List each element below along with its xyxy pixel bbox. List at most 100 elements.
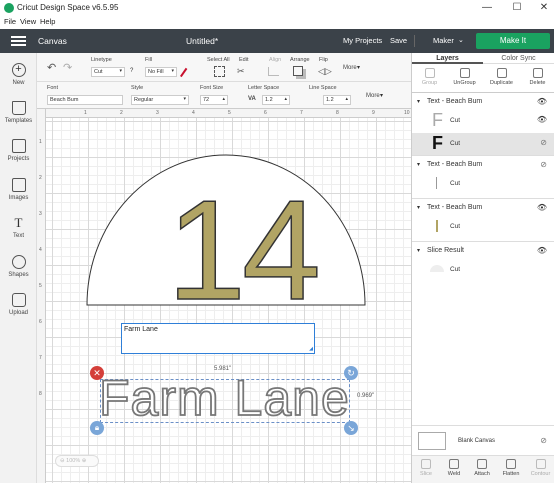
flatten-label: Flatten	[502, 471, 520, 477]
sidebar-item-new[interactable]: + New	[0, 63, 37, 86]
select-all-icon[interactable]	[214, 66, 225, 77]
number-fourteen-text[interactable]: 14	[166, 179, 321, 323]
lock-handle-icon[interactable]: 🔒︎	[90, 421, 104, 435]
layer-row[interactable]: F Cut 👁︎	[412, 110, 554, 132]
design-canvas[interactable]: 14 Farm Lane ◢ 5.981" Farm Lane 0.969" ✕…	[37, 109, 411, 483]
menu-help[interactable]: Help	[40, 17, 55, 26]
more-button[interactable]: More	[343, 65, 357, 71]
collapse-chevron-icon[interactable]: ▾	[417, 204, 420, 211]
layer-group-name: Text - Beach Bum	[427, 98, 483, 105]
window-titlebar: Cricut Design Space v6.5.95 — ☐ ✕	[0, 0, 554, 16]
layer-group-3[interactable]: ▾ Text - Beach Bum 👁︎ Cut	[412, 200, 554, 242]
eye-icon[interactable]: 👁︎	[537, 203, 547, 212]
zoom-level: 100%	[66, 458, 81, 464]
undo-icon[interactable]: ↶	[47, 61, 56, 74]
collapse-chevron-icon[interactable]: ▾	[417, 247, 420, 254]
group-label: Group	[421, 80, 438, 86]
close-window-button[interactable]: ✕	[537, 1, 551, 14]
minimize-button[interactable]: —	[480, 1, 494, 14]
hamburger-menu-icon[interactable]	[11, 36, 26, 46]
sidebar-item-images[interactable]: Images	[0, 178, 37, 201]
zoom-control[interactable]: ⊖ 100% ⊕	[55, 455, 99, 467]
text-more-button[interactable]: More	[366, 93, 380, 99]
layer-row[interactable]: Cut	[412, 216, 554, 238]
letter-space-input[interactable]: 1.2 ▴	[262, 95, 290, 105]
layer-row-selected[interactable]: F Cut ⊘	[412, 133, 554, 155]
flip-label: Flip	[319, 57, 328, 63]
ruler-left-tick: 6	[39, 319, 42, 325]
flip-icon[interactable]: ◁▷	[318, 66, 332, 77]
eye-icon[interactable]: 👁︎	[537, 115, 547, 124]
eye-hidden-icon[interactable]: ⊘	[540, 160, 547, 169]
eye-icon[interactable]: 👁︎	[537, 246, 547, 255]
rotate-handle-icon[interactable]: ↻	[344, 366, 358, 380]
zoom-out-icon[interactable]: ⊖	[60, 458, 65, 464]
layer-thumbnail: F	[432, 110, 443, 130]
layer-row[interactable]: Cut	[412, 259, 554, 281]
align-icon[interactable]	[268, 67, 279, 76]
text-edit-box[interactable]: Farm Lane ◢	[121, 323, 315, 354]
font-select[interactable]: Beach Bum	[47, 95, 123, 105]
attach-button[interactable]: Attach	[468, 457, 496, 477]
linetype-select[interactable]: Cut ▾	[91, 67, 125, 77]
weld-button[interactable]: Weld	[440, 457, 468, 477]
make-it-button[interactable]: Make It	[476, 33, 550, 49]
line-space-label: Line Space	[309, 85, 337, 91]
edit-toolbar: ↶ ↷ Linetype Cut ▾ ? Fill No Fill ▾ Select…	[37, 53, 411, 82]
machine-select[interactable]: Maker	[433, 36, 454, 45]
blank-canvas-row[interactable]: Blank Canvas ⊘	[412, 425, 554, 455]
redo-icon[interactable]: ↷	[63, 61, 72, 74]
menu-view[interactable]: View	[20, 17, 36, 26]
sidebar-item-projects[interactable]: Projects	[0, 139, 37, 162]
chevron-down-icon[interactable]: ⌄	[458, 36, 464, 44]
fill-label: Fill	[145, 57, 153, 63]
ungroup-button[interactable]: UnGroup	[447, 66, 482, 86]
layer-group-2[interactable]: ▾ Text - Beach Bum ⊘ Cut	[412, 157, 554, 199]
layer-row[interactable]: Cut	[412, 173, 554, 195]
flatten-button[interactable]: Flatten	[496, 457, 526, 477]
sidebar-item-templates[interactable]: Templates	[0, 101, 37, 124]
eye-hidden-icon[interactable]: ⊘	[540, 138, 547, 147]
eye-icon[interactable]: 👁︎	[537, 97, 547, 106]
save-button[interactable]: Save	[390, 36, 407, 45]
linetype-help-icon[interactable]: ?	[130, 68, 133, 74]
top-ruler: 1 2 3 4 5 6 7 8 9 10	[37, 109, 411, 118]
arrange-icon[interactable]	[293, 66, 303, 76]
duplicate-label: Duplicate	[490, 80, 513, 86]
line-space-input[interactable]: 1.2 ▴	[323, 95, 351, 105]
duplicate-button[interactable]: Duplicate	[484, 66, 519, 86]
layer-group-1[interactable]: ▾ Text - Beach Bum 👁︎ F Cut 👁︎ F Cut ⊘	[412, 94, 554, 156]
layer-group-4[interactable]: ▾ Slice Result 👁︎ Cut	[412, 243, 554, 285]
contour-button[interactable]: Contour	[526, 457, 554, 477]
tab-layers[interactable]: Layers	[412, 53, 483, 64]
resize-grip-icon[interactable]: ◢	[309, 346, 313, 352]
resize-handle-icon[interactable]: ↘	[344, 421, 358, 435]
my-projects-button[interactable]: My Projects	[343, 36, 382, 45]
ruler-top-tick: 4	[192, 110, 195, 116]
delete-button[interactable]: Delete	[520, 66, 554, 86]
layer-thumbnail	[430, 265, 444, 272]
fill-select[interactable]: No Fill ▾	[145, 67, 177, 77]
slice-button[interactable]: Slice	[412, 457, 440, 477]
height-readout: 0.969"	[357, 393, 375, 399]
edit-icon[interactable]: ✂	[237, 66, 245, 77]
font-size-input[interactable]: 72 ▴	[200, 95, 228, 105]
left-sidebar: + New Templates Projects Images T Text S…	[0, 53, 37, 483]
fill-color-swatch[interactable]	[180, 67, 188, 78]
collapse-chevron-icon[interactable]: ▾	[417, 98, 420, 105]
group-button[interactable]: Group	[412, 66, 447, 86]
zoom-in-icon[interactable]: ⊕	[82, 458, 87, 464]
tab-color-sync[interactable]: Color Sync	[483, 53, 554, 64]
style-select[interactable]: Regular ▾	[131, 95, 189, 105]
sidebar-item-upload[interactable]: Upload	[0, 293, 37, 316]
delete-handle-icon[interactable]: ✕	[90, 366, 104, 380]
sidebar-item-text[interactable]: T Text	[0, 216, 37, 240]
eye-hidden-icon[interactable]: ⊘	[540, 436, 547, 445]
menu-file[interactable]: File	[4, 17, 16, 26]
sidebar-item-shapes[interactable]: Shapes	[0, 255, 37, 278]
maximize-button[interactable]: ☐	[510, 1, 524, 14]
farm-lane-text[interactable]: Farm Lane	[98, 370, 350, 426]
letter-space-icon: VA	[248, 96, 256, 102]
collapse-chevron-icon[interactable]: ▾	[417, 161, 420, 168]
attach-icon	[477, 459, 487, 469]
